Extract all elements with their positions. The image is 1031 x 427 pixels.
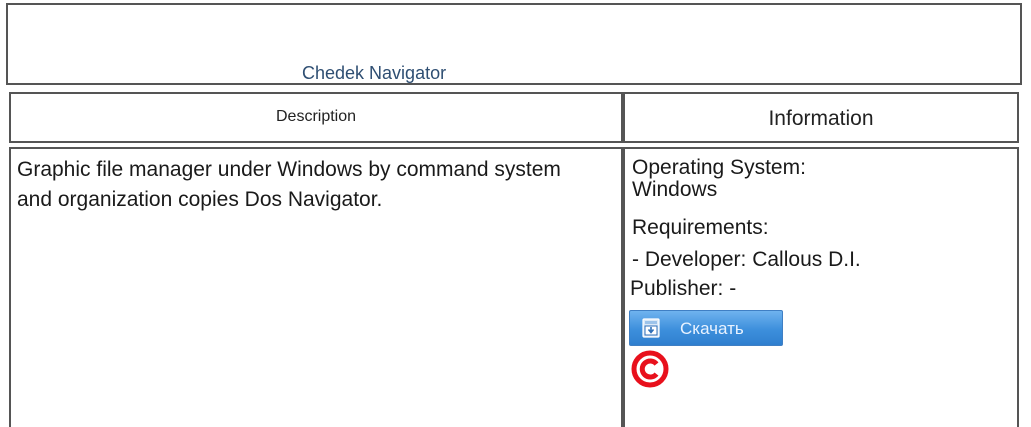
requirements-label: Requirements:: [632, 216, 769, 239]
information-header: Information: [768, 107, 874, 130]
download-button[interactable]: Скачать: [629, 310, 783, 346]
description-cell: Graphic file manager under Windows by co…: [9, 147, 623, 427]
download-icon: [642, 318, 660, 338]
description-text: Graphic file manager under Windows by co…: [17, 158, 561, 211]
publisher-line: Publisher: -: [630, 277, 737, 300]
os-value: Windows: [632, 178, 718, 201]
information-header-cell: Information: [623, 92, 1019, 143]
information-cell: Operating System: Windows Requirements: …: [623, 147, 1019, 427]
info-table: Description Information Graphic file man…: [6, 90, 1022, 427]
developer-line: - Developer: Callous D.I.: [632, 248, 861, 271]
page-title: Chedek Navigator: [302, 63, 447, 83]
description-header: Description: [275, 108, 357, 125]
copyright-icon: [631, 350, 669, 388]
os-label: Operating System:: [632, 156, 806, 179]
download-label: Скачать: [680, 319, 744, 338]
page: Chedek Navigator Description Information…: [0, 0, 1031, 427]
title-box: Chedek Navigator: [6, 3, 1022, 85]
description-header-cell: Description: [9, 92, 623, 143]
